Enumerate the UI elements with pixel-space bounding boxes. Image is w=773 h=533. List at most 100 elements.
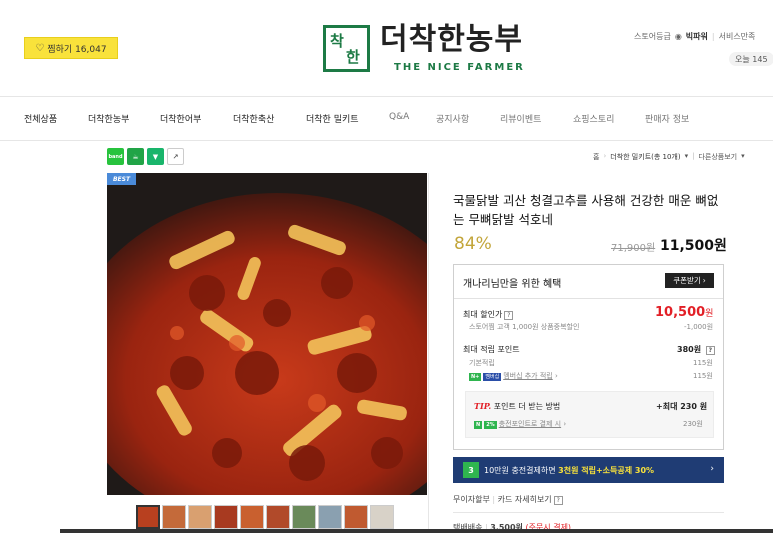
- nav-item-seller-info[interactable]: 판매자 정보: [645, 112, 689, 125]
- npay-charge-banner[interactable]: 3 10만원 충전결제하면 3천원 적립+소득공제 30% ›: [453, 457, 724, 483]
- sale-price: 11,500원: [660, 238, 727, 254]
- banner-text: 10만원 충전결제하면 3천원 적립+소득공제 30%: [484, 465, 654, 476]
- thumbnail[interactable]: [162, 505, 186, 529]
- coupon-button[interactable]: 쿠폰받기 ›: [665, 273, 714, 288]
- npay-percent: 2%: [484, 421, 497, 429]
- nav-item-notice[interactable]: 공지사항: [436, 112, 469, 125]
- discount-rate: 84%: [454, 234, 492, 254]
- max-point-amount: 380원: [677, 345, 702, 354]
- help-icon[interactable]: ?: [705, 346, 715, 355]
- favorite-label: 찜하기 16,047: [47, 44, 107, 55]
- nav-item-livestock[interactable]: 더착한축산: [233, 112, 274, 125]
- breadcrumb-home[interactable]: 홈: [593, 152, 599, 162]
- talk-share-icon[interactable]: ☕: [127, 148, 144, 165]
- max-discount-row: 최대 할인가?: [463, 309, 514, 320]
- food-photo: [107, 173, 427, 495]
- benefit-heading: 개나리님만을 위한 혜택: [463, 279, 562, 290]
- thumbnail[interactable]: [266, 505, 290, 529]
- tip-row: TIP. 포인트 더 받는 방법: [474, 401, 560, 412]
- category-nav: 전체상품 더착한농부 더착한어부 더착한축산 더착한 밀키트 Q&A 공지사항 …: [0, 97, 773, 141]
- thumbnail[interactable]: [292, 505, 316, 529]
- store-grade[interactable]: 빅파워: [686, 31, 708, 42]
- thumbnail[interactable]: [240, 505, 264, 529]
- product-title: 국물닭발 괴산 청결고추를 사용해 건강한 매운 뼈없는 무뼈닭발 석호네: [453, 193, 719, 227]
- logo-mark-char-2: 한: [346, 47, 360, 66]
- installment-label: 무이자할부: [453, 495, 490, 504]
- thumbnail[interactable]: [344, 505, 368, 529]
- original-price: 71,900원: [611, 243, 656, 254]
- membership-point-value: 115원: [693, 372, 713, 380]
- grade-icon: ◉: [674, 32, 682, 41]
- membership-point-row[interactable]: N+ 멤버십 멤버십 추가 적립 ›: [469, 371, 558, 381]
- membership-badge: 멤버십: [483, 373, 502, 381]
- favorite-button[interactable]: ♡ 찜하기 16,047: [24, 37, 118, 59]
- heart-icon: ♡: [35, 42, 45, 54]
- logo-korean-text: 더착한농부: [380, 22, 523, 57]
- store-logo[interactable]: 착 한 더착한농부 THE NICE FARMER: [323, 23, 525, 73]
- charge-label: 충전포인트로 결제 시: [498, 420, 562, 428]
- membership-point-label: 멤버십 추가 적립: [503, 372, 553, 380]
- won-unit: 원: [705, 309, 714, 319]
- chevron-right-icon: ›: [554, 372, 558, 380]
- bookmark-icon[interactable]: ▼: [147, 148, 164, 165]
- max-discount-price: 10,500원: [655, 305, 713, 320]
- thumbnail[interactable]: [188, 505, 212, 529]
- url-share-icon[interactable]: ↗: [167, 148, 184, 165]
- charge-point-row[interactable]: N 2% 충전포인트로 결제 시 ›: [474, 419, 566, 429]
- separator: |: [492, 495, 496, 504]
- chevron-right-icon: ›: [563, 420, 567, 428]
- card-detail-link[interactable]: 카드 자세히보기: [498, 495, 552, 504]
- basic-point-label: 기본적립: [469, 359, 495, 367]
- help-icon[interactable]: ?: [553, 496, 563, 505]
- nav-item-qna[interactable]: Q&A: [389, 112, 409, 122]
- installment-row: 무이자할부 | 카드 자세히보기?: [453, 494, 563, 505]
- chevron-right-icon: ›: [710, 464, 714, 474]
- nav-item-all[interactable]: 전체상품: [24, 112, 57, 125]
- npay-badge: N: [474, 421, 483, 429]
- max-point-value: 380원 ?: [677, 344, 715, 355]
- thumbnail[interactable]: [318, 505, 342, 529]
- banner-highlight-1: 3천원 적립: [558, 465, 596, 475]
- store-header: ♡ 찜하기 16,047 착 한 더착한농부 THE NICE FARMER 스…: [0, 0, 773, 97]
- divider: [453, 512, 724, 513]
- thumbnail[interactable]: [136, 505, 160, 529]
- npay-3-icon: 3: [463, 462, 479, 478]
- thumbnail[interactable]: [370, 505, 394, 529]
- nav-item-fisher[interactable]: 더착한어부: [160, 112, 201, 125]
- nav-item-shopping-story[interactable]: 쇼핑스토리: [573, 112, 614, 125]
- nav-item-review-event[interactable]: 리뷰이벤트: [500, 112, 541, 125]
- share-bar: band ☕ ▼ ↗: [107, 148, 184, 165]
- store-coupon-amount: -1,000원: [684, 323, 714, 331]
- banner-text-pre: 10만원 충전결제하면: [484, 465, 556, 475]
- thumbnail[interactable]: [214, 505, 238, 529]
- service-satisfaction[interactable]: 서비스만족: [719, 31, 756, 42]
- banner-plus: +: [595, 465, 603, 475]
- product-main-image[interactable]: [107, 173, 427, 495]
- max-discount-label: 최대 할인가: [463, 310, 503, 319]
- chevron-down-icon[interactable]: ▾: [741, 152, 745, 162]
- tip-text: 포인트 더 받는 방법: [493, 402, 561, 411]
- other-products-link[interactable]: 다른상품보기: [698, 152, 737, 162]
- logo-english-text: THE NICE FARMER: [394, 62, 525, 73]
- tip-label: TIP.: [474, 401, 492, 411]
- thumbnail-strip: [136, 505, 394, 529]
- nav-item-farmer[interactable]: 더착한농부: [88, 112, 129, 125]
- divider: [454, 298, 723, 299]
- logo-mark-char-1: 착: [330, 31, 344, 50]
- max-point-label: 최대 적립 포인트: [463, 345, 520, 354]
- store-grade-label: 스토어등급: [634, 32, 671, 41]
- max-discount-value: 10,500: [655, 305, 706, 320]
- best-badge: BEST: [107, 173, 136, 185]
- charge-amount: 230원: [683, 420, 703, 428]
- help-icon[interactable]: ?: [504, 311, 514, 320]
- breadcrumb: 홈 › 더착한 밀키트(총 10개) ▾ | 다른상품보기 ▾: [593, 152, 745, 162]
- bottom-bar: [60, 529, 773, 533]
- logo-mark: 착 한: [323, 24, 370, 72]
- nav-item-mealkit[interactable]: 더착한 밀키트: [306, 112, 359, 125]
- store-info: 스토어등급 ◉ 빅파워 | 서비스만족: [634, 31, 756, 42]
- store-coupon-row: 스토어찜 고객 1,000원 상품중복할인: [469, 323, 580, 331]
- chevron-down-icon[interactable]: ▾: [685, 152, 689, 162]
- breadcrumb-category[interactable]: 더착한 밀키트(총 10개): [610, 152, 680, 162]
- band-share-icon[interactable]: band: [107, 148, 124, 165]
- tip-max: +최대 230 원: [656, 402, 708, 411]
